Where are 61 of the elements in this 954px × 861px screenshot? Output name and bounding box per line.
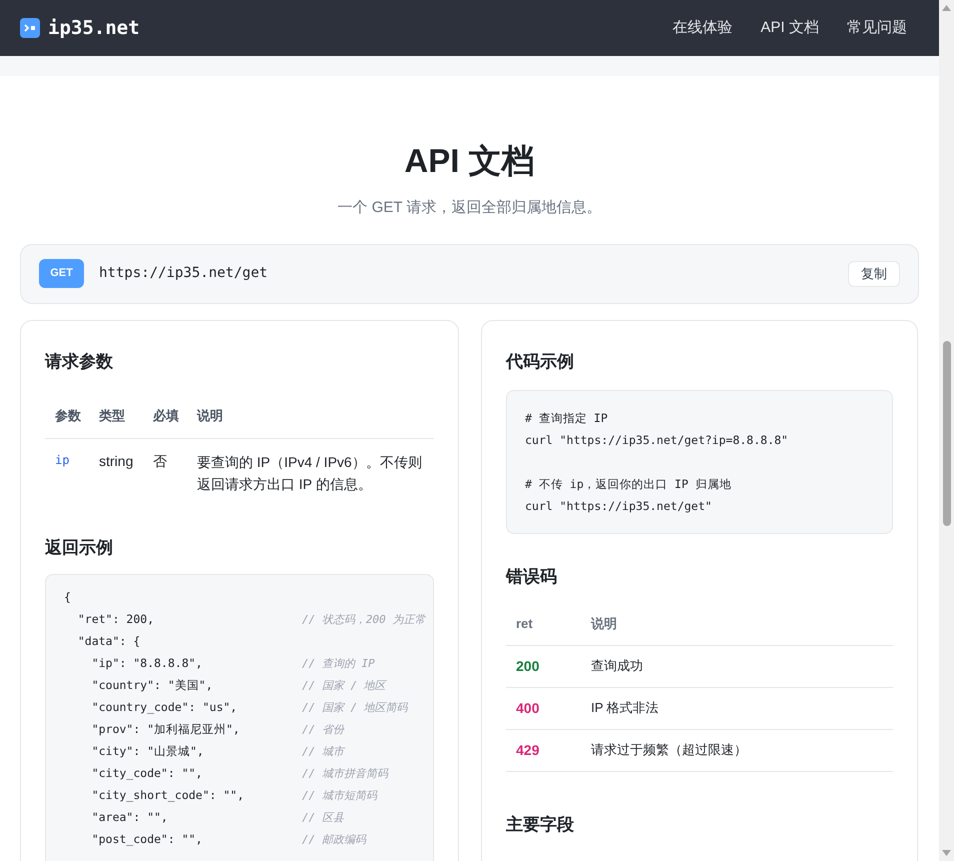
table-header: 说明	[187, 394, 434, 438]
code-line: {	[64, 589, 72, 606]
code-comment: // 省份	[302, 722, 344, 738]
code-comment: # 查询指定 IP	[525, 410, 609, 427]
code-line: "ip": "8.8.8.8",	[90, 655, 204, 672]
scrollbar[interactable]	[939, 0, 954, 861]
table-header: 参数	[45, 394, 89, 438]
status-code: 400	[516, 698, 540, 718]
code-comment: // 区县	[302, 810, 344, 826]
table-header: ret	[506, 604, 581, 646]
code-comment: // 状态码，200 为正常	[302, 612, 426, 628]
nav-link[interactable]: 在线体验	[672, 16, 733, 40]
code-comment: // 查询的 IP	[302, 656, 375, 672]
scroll-down-icon[interactable]	[942, 850, 951, 856]
code-line: "post_code": "",	[90, 831, 204, 848]
table-header: 说明	[581, 604, 893, 646]
code-comment: # 不传 ip，返回你的出口 IP 归属地	[525, 476, 732, 493]
section-title: 请求参数	[45, 350, 114, 372]
nav-link[interactable]: 常见问题	[847, 16, 907, 40]
code-comment: // 邮政编码	[302, 832, 366, 848]
scrollbar-thumb[interactable]	[942, 341, 950, 526]
table-cell-text: 要查询的 IP（IPv4 / IPv6）。不传则返回请求方出口 IP 的信息。	[196, 452, 423, 494]
table-cell-text: 请求过于频繁（超过限速）	[591, 741, 747, 760]
logo-icon	[20, 18, 40, 38]
code-line: "city_code": "",	[90, 765, 204, 782]
status-code: 429	[516, 740, 540, 760]
table-header: 必填	[143, 394, 187, 438]
code-line: "city": "山景城",	[90, 743, 205, 760]
code-line: "data": {	[76, 633, 142, 650]
code-comment: // 城市	[302, 744, 344, 760]
section-title: 错误码	[506, 566, 558, 588]
code-comment: // 国家 / 地区简码	[302, 700, 408, 716]
code-line: curl "https://ip35.net/get"	[525, 498, 713, 515]
copy-button[interactable]: 复制	[848, 260, 900, 286]
logo-text[interactable]: ip35.net	[48, 14, 140, 42]
method-badge: GET	[39, 259, 84, 288]
code-line: curl "https://ip35.net/get?ip=8.8.8.8"	[525, 432, 790, 449]
code-line: "ret": 200,	[76, 611, 156, 628]
section-title: 返回示例	[45, 536, 114, 558]
table-cell-text: 否	[152, 452, 168, 470]
code-line: "prov": "加利福尼亚州",	[90, 721, 241, 738]
section-title: 代码示例	[506, 350, 575, 372]
code-comment: // 城市短简码	[302, 788, 377, 804]
table-header: 类型	[89, 394, 143, 438]
table-cell-text: ip	[54, 452, 70, 468]
code-comment: // 城市拼音简码	[302, 766, 388, 782]
table-cell-text: 查询成功	[591, 657, 643, 676]
code-line: "area": "",	[90, 809, 169, 826]
status-code: 200	[516, 656, 540, 676]
code-line: "country": "美国",	[90, 677, 214, 694]
code-line: "city_short_code": "",	[90, 787, 246, 804]
page-subtitle: 一个 GET 请求，返回全部归属地信息。	[336, 198, 602, 218]
nav-link[interactable]: API 文档	[760, 16, 819, 40]
code-line: "country_code": "us",	[90, 699, 238, 716]
page-title: API 文档	[403, 144, 536, 177]
endpoint-url: https://ip35.net/get	[99, 264, 268, 283]
table-cell-text: IP 格式非法	[591, 699, 659, 718]
code-comment: // 国家 / 地区	[302, 678, 386, 694]
table-cell-text: string	[98, 452, 134, 471]
section-title: 主要字段	[506, 814, 575, 836]
scroll-up-icon[interactable]	[942, 5, 951, 11]
